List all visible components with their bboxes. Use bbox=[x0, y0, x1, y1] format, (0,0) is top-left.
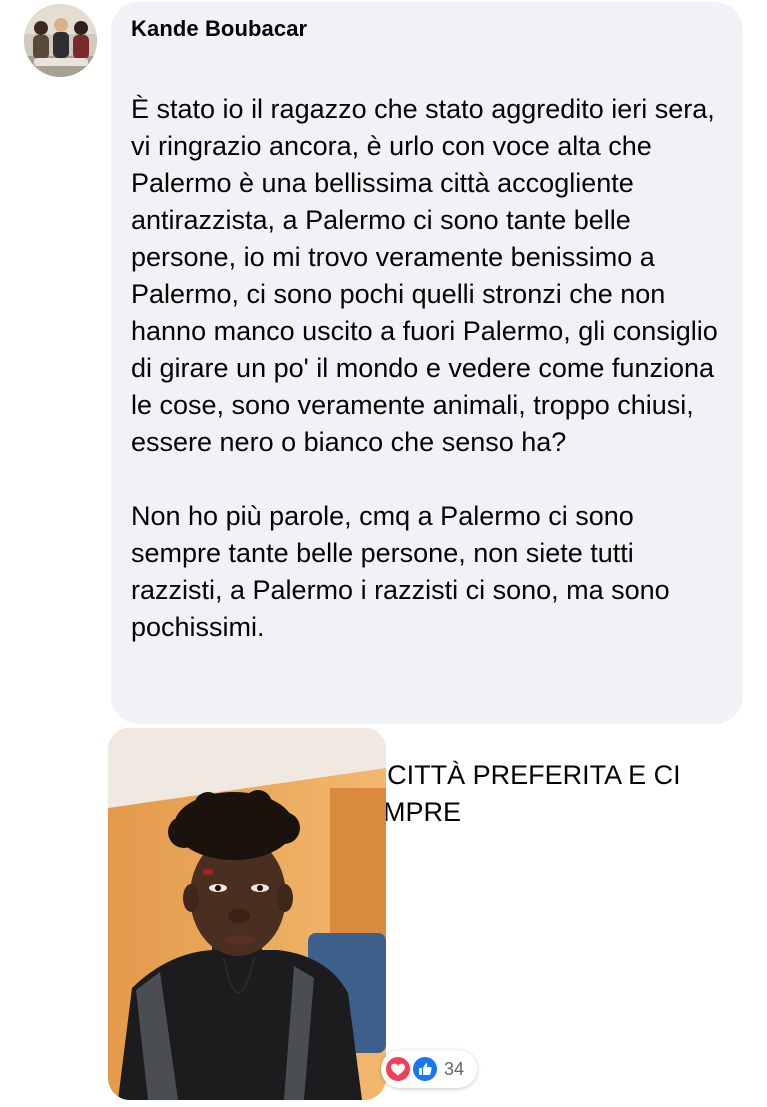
comment-bubble: Kande Boubacar È stato io il ragazzo che… bbox=[111, 2, 743, 827]
comment-author[interactable]: Kande Boubacar bbox=[131, 16, 307, 42]
like-icon bbox=[411, 1055, 439, 1083]
avatar[interactable] bbox=[24, 4, 97, 77]
reaction-count: 34 bbox=[444, 1059, 465, 1079]
reactions-summary[interactable]: 34 bbox=[381, 1050, 477, 1088]
comment-paragraph: È stato io il ragazzo che stato aggredit… bbox=[131, 94, 718, 457]
photo-image bbox=[108, 728, 386, 1100]
avatar-photo bbox=[24, 4, 97, 77]
comment-paragraph: Non ho più parole, cmq a Palermo ci sono… bbox=[131, 501, 670, 642]
heart-icon bbox=[384, 1055, 412, 1083]
attached-photo[interactable] bbox=[108, 728, 386, 1100]
facebook-comment: Kande Boubacar È stato io il ragazzo che… bbox=[0, 0, 767, 1107]
